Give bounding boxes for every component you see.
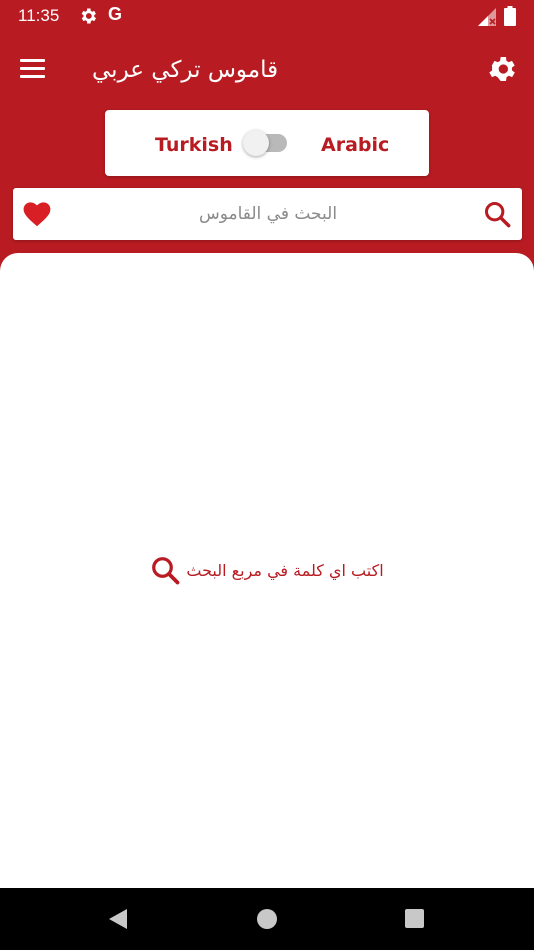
signal-icon [478, 8, 496, 26]
back-icon[interactable] [108, 908, 128, 930]
status-bar: 11:35 G [0, 0, 534, 33]
empty-state: اكتب اي كلمة في مربع البحث [0, 555, 534, 585]
gear-icon [81, 8, 96, 24]
search-icon [152, 557, 180, 585]
home-icon[interactable] [257, 909, 277, 929]
page-title: قاموس تركي عربي [92, 57, 279, 83]
heart-icon[interactable] [23, 201, 51, 227]
empty-state-hint: اكتب اي كلمة في مربع البحث [186, 560, 384, 580]
system-nav-bar [0, 888, 534, 950]
recents-icon[interactable] [405, 909, 424, 928]
status-time: 11:35 [18, 6, 60, 25]
results-area: اكتب اي كلمة في مربع البحث [0, 253, 534, 888]
search-bar [13, 188, 522, 240]
battery-icon [504, 6, 516, 26]
menu-icon[interactable] [20, 53, 50, 83]
language-toggle[interactable] [243, 130, 287, 156]
search-input[interactable] [73, 198, 463, 230]
language-arabic-label[interactable]: Arabic [321, 134, 389, 156]
settings-icon[interactable] [486, 53, 518, 85]
search-icon[interactable] [483, 200, 511, 228]
toggle-knob[interactable] [243, 130, 269, 156]
language-turkish-label[interactable]: Turkish [155, 134, 233, 156]
language-switch-card: Turkish Arabic [105, 110, 429, 176]
app-bar: قاموس تركي عربي [0, 33, 534, 103]
google-icon: G [108, 4, 123, 24]
